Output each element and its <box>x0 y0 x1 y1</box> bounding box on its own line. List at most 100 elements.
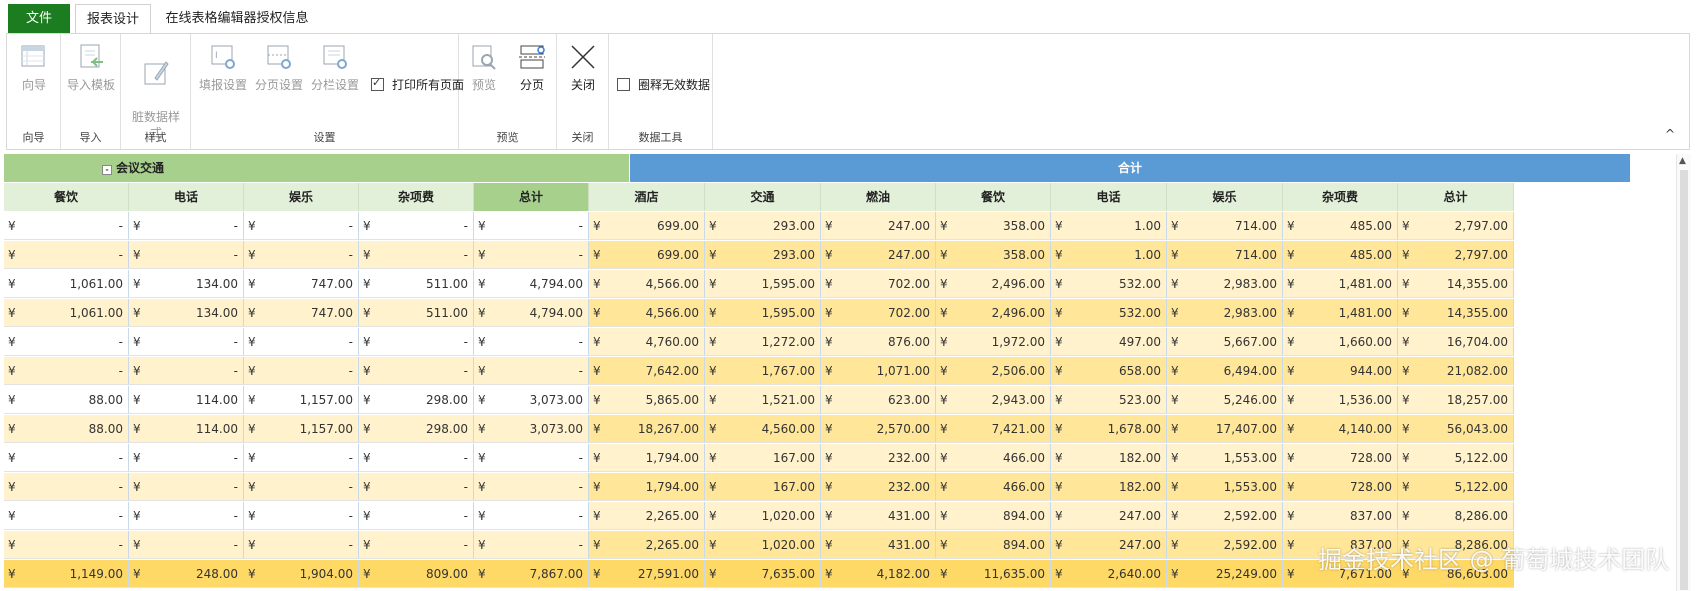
table-cell[interactable]: ¥1,553.00 <box>1167 444 1283 472</box>
table-cell[interactable]: ¥658.00 <box>1051 357 1167 385</box>
table-cell[interactable]: ¥5,246.00 <box>1167 386 1283 414</box>
table-cell[interactable]: ¥3,073.00 <box>474 415 589 443</box>
table-cell[interactable]: ¥358.00 <box>936 212 1051 240</box>
table-cell[interactable]: ¥2,496.00 <box>936 270 1051 298</box>
table-cell[interactable]: ¥511.00 <box>359 270 474 298</box>
table-cell[interactable]: ¥1,595.00 <box>705 270 821 298</box>
table-cell[interactable]: ¥714.00 <box>1167 241 1283 269</box>
table-cell[interactable]: ¥27,591.00 <box>589 560 705 588</box>
table-cell[interactable]: ¥532.00 <box>1051 270 1167 298</box>
tab-license-info[interactable]: 在线表格编辑器授权信息 <box>152 4 322 33</box>
table-cell[interactable]: ¥ - <box>359 357 474 385</box>
table-cell[interactable]: ¥182.00 <box>1051 444 1167 472</box>
table-cell[interactable]: ¥1,794.00 <box>589 473 705 501</box>
table-cell[interactable]: ¥18,267.00 <box>589 415 705 443</box>
group-collapse-icon[interactable]: - <box>102 165 112 175</box>
table-cell[interactable]: ¥876.00 <box>821 328 936 356</box>
table-cell[interactable]: ¥ - <box>474 212 589 240</box>
table-cell[interactable]: ¥167.00 <box>705 473 821 501</box>
table-cell[interactable]: ¥ - <box>359 502 474 530</box>
table-cell[interactable]: ¥2,592.00 <box>1167 531 1283 559</box>
table-cell[interactable]: ¥511.00 <box>359 299 474 327</box>
column-header[interactable]: 餐饮 <box>4 183 129 211</box>
table-cell[interactable]: ¥1,553.00 <box>1167 473 1283 501</box>
table-cell[interactable]: ¥623.00 <box>821 386 936 414</box>
table-cell[interactable]: ¥ - <box>244 212 359 240</box>
table-cell[interactable]: ¥944.00 <box>1283 357 1398 385</box>
table-cell[interactable]: ¥ - <box>129 328 244 356</box>
band-header-meeting-transport[interactable]: - 会议交通 <box>4 154 629 182</box>
table-cell[interactable]: ¥2,983.00 <box>1167 299 1283 327</box>
scrollbar-thumb[interactable] <box>1680 170 1688 590</box>
table-cell[interactable]: ¥14,355.00 <box>1398 270 1514 298</box>
table-cell[interactable]: ¥894.00 <box>936 502 1051 530</box>
table-cell[interactable]: ¥1,071.00 <box>821 357 936 385</box>
table-cell[interactable]: ¥ - <box>4 357 129 385</box>
table-cell[interactable]: ¥134.00 <box>129 270 244 298</box>
table-cell[interactable]: ¥466.00 <box>936 473 1051 501</box>
table-cell[interactable]: ¥466.00 <box>936 444 1051 472</box>
table-cell[interactable]: ¥ - <box>129 444 244 472</box>
table-cell[interactable]: ¥ - <box>359 473 474 501</box>
table-cell[interactable]: ¥ - <box>359 212 474 240</box>
table-cell[interactable]: ¥ - <box>4 212 129 240</box>
table-cell[interactable]: ¥ - <box>4 473 129 501</box>
table-cell[interactable]: ¥ - <box>244 502 359 530</box>
table-cell[interactable]: ¥894.00 <box>936 531 1051 559</box>
table-cell[interactable]: ¥2,265.00 <box>589 531 705 559</box>
table-cell[interactable]: ¥1,595.00 <box>705 299 821 327</box>
table-cell[interactable]: ¥ - <box>359 241 474 269</box>
column-settings-button[interactable]: 分栏设置 <box>307 40 363 93</box>
table-cell[interactable]: ¥114.00 <box>129 386 244 414</box>
table-cell[interactable]: ¥298.00 <box>359 386 474 414</box>
table-cell[interactable]: ¥25,249.00 <box>1167 560 1283 588</box>
scroll-up-icon[interactable]: ▲ <box>1679 156 1686 166</box>
close-button[interactable]: 关闭 <box>559 40 607 93</box>
table-cell[interactable]: ¥532.00 <box>1051 299 1167 327</box>
vertical-scrollbar[interactable]: ▲ <box>1676 154 1691 591</box>
table-cell[interactable]: ¥1.00 <box>1051 241 1167 269</box>
table-cell[interactable]: ¥485.00 <box>1283 212 1398 240</box>
table-cell[interactable]: ¥4,794.00 <box>474 299 589 327</box>
table-cell[interactable]: ¥ - <box>474 241 589 269</box>
table-cell[interactable]: ¥232.00 <box>821 444 936 472</box>
table-cell[interactable]: ¥ - <box>244 357 359 385</box>
table-cell[interactable]: ¥ - <box>129 357 244 385</box>
table-cell[interactable]: ¥1,481.00 <box>1283 299 1398 327</box>
column-header[interactable]: 娱乐 <box>1167 183 1283 211</box>
fill-settings-button[interactable]: I 填报设置 <box>195 40 251 93</box>
table-cell[interactable]: ¥247.00 <box>1051 502 1167 530</box>
table-cell[interactable]: ¥485.00 <box>1283 241 1398 269</box>
table-cell[interactable]: ¥747.00 <box>244 299 359 327</box>
table-cell[interactable]: ¥1,481.00 <box>1283 270 1398 298</box>
table-cell[interactable]: ¥18,257.00 <box>1398 386 1514 414</box>
table-cell[interactable]: ¥728.00 <box>1283 473 1398 501</box>
ribbon-collapse-icon[interactable]: ^ <box>1665 127 1675 141</box>
table-cell[interactable]: ¥4,140.00 <box>1283 415 1398 443</box>
table-cell[interactable]: ¥702.00 <box>821 299 936 327</box>
table-cell[interactable]: ¥248.00 <box>129 560 244 588</box>
print-all-pages-checkbox[interactable]: 打印所有页面 <box>371 76 464 93</box>
tab-file[interactable]: 文件 <box>8 4 70 33</box>
column-header[interactable]: 杂项费 <box>359 183 474 211</box>
table-cell[interactable]: ¥6,494.00 <box>1167 357 1283 385</box>
table-cell[interactable]: ¥2,506.00 <box>936 357 1051 385</box>
table-cell[interactable]: ¥182.00 <box>1051 473 1167 501</box>
paging-button[interactable]: 分页 <box>509 40 555 93</box>
table-cell[interactable]: ¥ - <box>359 328 474 356</box>
band-header-total[interactable]: 合计 <box>630 154 1630 182</box>
table-cell[interactable]: ¥5,865.00 <box>589 386 705 414</box>
table-cell[interactable]: ¥ - <box>474 328 589 356</box>
table-cell[interactable]: ¥ - <box>244 328 359 356</box>
table-cell[interactable]: ¥ - <box>359 531 474 559</box>
table-cell[interactable]: ¥ - <box>474 502 589 530</box>
spreadsheet[interactable]: - 会议交通 合计 餐饮 电话 娱乐 杂项费 总计 酒店 交通 燃油 餐饮 电话 娱乐 杂项费 总计 ¥ -… <box>4 154 1630 591</box>
table-cell[interactable]: ¥1,272.00 <box>705 328 821 356</box>
column-header[interactable]: 电话 <box>1051 183 1167 211</box>
table-cell[interactable]: ¥702.00 <box>821 270 936 298</box>
table-cell[interactable]: ¥247.00 <box>1051 531 1167 559</box>
table-cell[interactable]: ¥358.00 <box>936 241 1051 269</box>
table-cell[interactable]: ¥1,149.00 <box>4 560 129 588</box>
table-cell[interactable]: ¥293.00 <box>705 241 821 269</box>
table-cell[interactable]: ¥1,536.00 <box>1283 386 1398 414</box>
